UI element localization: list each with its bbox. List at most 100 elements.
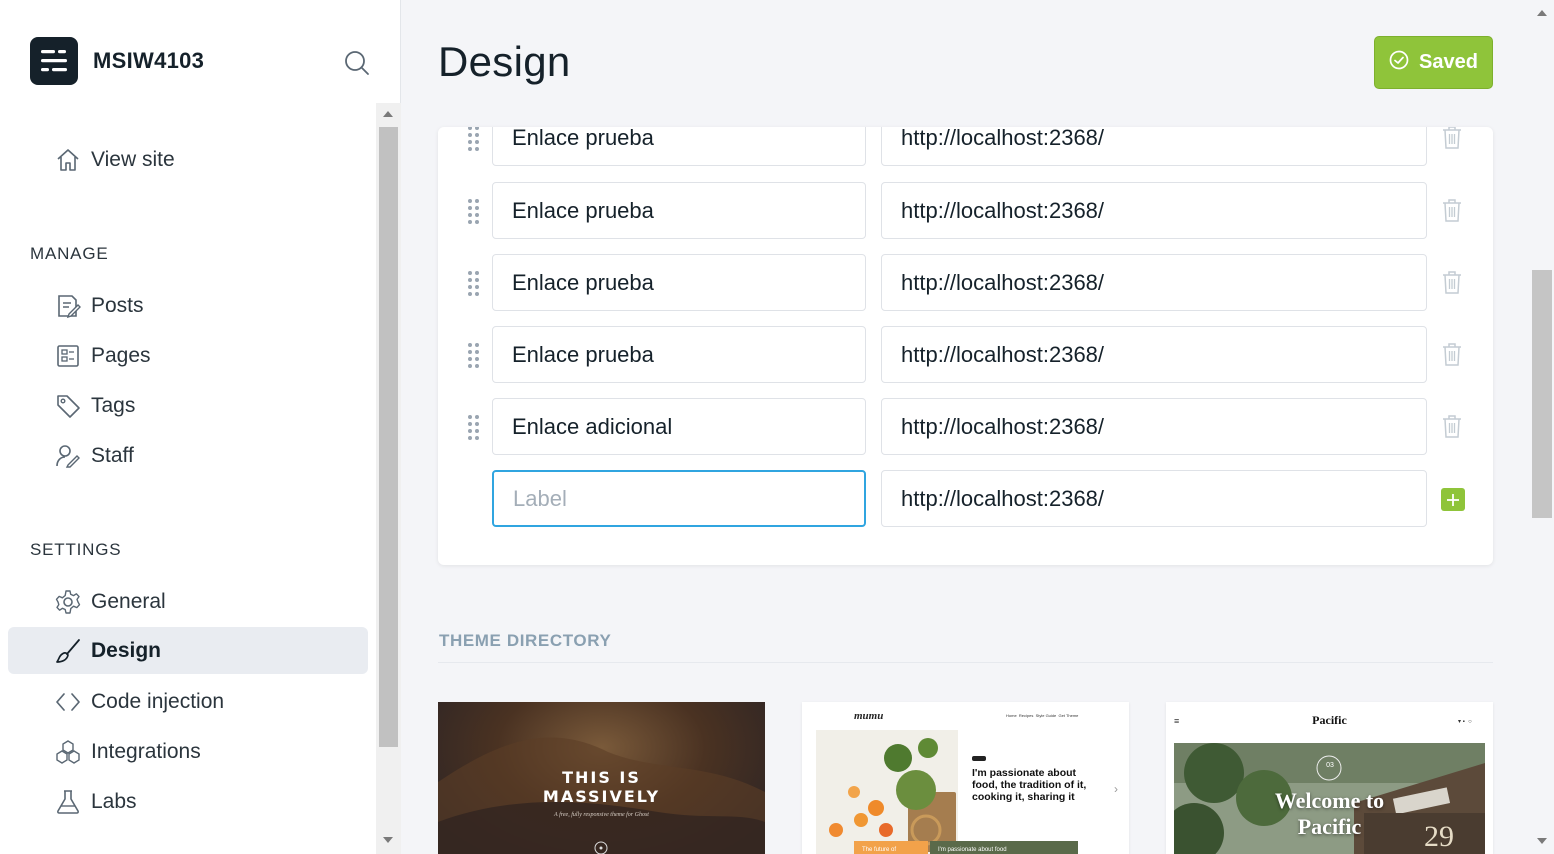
theme-sign-number: 29 [1424, 820, 1454, 853]
navigation-item [438, 182, 1493, 239]
navigation-item [438, 326, 1493, 383]
theme-card-snippet-1: The future of [854, 841, 928, 854]
sidebar-item-label: General [91, 589, 166, 613]
sidebar-item-integrations[interactable]: Integrations [8, 728, 368, 775]
sidebar-item-view-site[interactable]: View site [8, 136, 368, 183]
theme-card-snippet-2: I'm passionate about food [930, 841, 1078, 854]
theme-headline: I'm passionate about food, the tradition… [972, 767, 1087, 803]
settings-heading: SETTINGS [30, 540, 122, 559]
sidebar-nav: View site MANAGE Posts Pages Tags Staff … [0, 103, 376, 854]
page-scrollbar[interactable] [1530, 0, 1554, 854]
navigation-label-input[interactable] [492, 254, 866, 311]
chevron-right-icon: › [1114, 782, 1118, 796]
theme-card-massively[interactable]: THIS IS MASSIVELY A free, fully responsi… [438, 702, 765, 854]
sidebar-item-label: View site [91, 147, 175, 171]
posts-icon [55, 293, 81, 319]
navigation-url-input[interactable] [881, 254, 1427, 311]
code-icon [55, 689, 81, 715]
check-circle-icon [1389, 50, 1409, 76]
navigation-item [438, 254, 1493, 311]
sidebar: MSIW4103 View site MANAGE Posts Pages Ta… [0, 0, 401, 854]
plus-icon [1447, 493, 1459, 506]
navigation-editor [438, 127, 1493, 565]
drag-handle-icon[interactable] [467, 413, 481, 441]
navigation-label-input[interactable] [492, 182, 866, 239]
theme-title-line2: MASSIVELY [542, 787, 661, 806]
theme-badge [972, 756, 986, 761]
sidebar-item-label: Staff [91, 443, 134, 467]
scroll-up-arrow-icon[interactable] [383, 111, 393, 117]
theme-title-line1: THIS IS [562, 768, 641, 787]
sidebar-item-label: Integrations [91, 739, 201, 763]
integrations-icon [55, 739, 81, 765]
navigation-label-input[interactable] [492, 127, 866, 166]
theme-menu: Home Recipes Style Guide Get Theme [1006, 713, 1079, 718]
new-navigation-url-input[interactable] [881, 470, 1427, 527]
navigation-url-input[interactable] [881, 326, 1427, 383]
new-navigation-label-input[interactable] [492, 470, 866, 527]
scroll-down-arrow-icon[interactable] [1537, 838, 1547, 844]
navigation-url-input[interactable] [881, 398, 1427, 455]
trash-icon[interactable] [1441, 127, 1463, 149]
sidebar-scrollbar[interactable] [376, 103, 401, 854]
page-scrollbar-thumb[interactable] [1532, 270, 1552, 518]
sidebar-scrollbar-thumb[interactable] [379, 127, 398, 747]
sidebar-item-code-injection[interactable]: Code injection [8, 678, 368, 725]
manage-heading: MANAGE [30, 244, 109, 263]
search-icon[interactable] [343, 49, 371, 77]
scroll-up-arrow-icon[interactable] [1537, 10, 1547, 16]
page-title: Design [438, 38, 571, 85]
theme-logo: mumu [854, 710, 884, 722]
sidebar-item-design[interactable]: Design [8, 627, 368, 674]
save-button[interactable]: Saved [1374, 36, 1493, 89]
trash-icon[interactable] [1441, 414, 1463, 438]
sidebar-item-label: Pages [91, 343, 151, 367]
divider [438, 662, 1493, 663]
trash-icon[interactable] [1441, 198, 1463, 222]
add-navigation-item-button[interactable] [1441, 488, 1465, 511]
theme-directory-heading: THEME DIRECTORY [439, 631, 612, 650]
sidebar-item-label: Tags [91, 393, 136, 417]
sidebar-item-tags[interactable]: Tags [8, 382, 368, 429]
main-content: Design Saved Enlace prueba http://localh… [402, 0, 1530, 854]
drag-handle-icon[interactable] [467, 269, 481, 297]
sidebar-item-labs[interactable]: Labs [8, 778, 368, 825]
navigation-url-input[interactable] [881, 127, 1427, 166]
staff-icon [55, 443, 81, 469]
social-icons: ▾ ▪ ○ [1458, 719, 1472, 725]
sidebar-item-label: Posts [91, 293, 144, 317]
theme-date: 03 [1326, 762, 1334, 769]
brand[interactable]: MSIW4103 [30, 37, 204, 85]
trash-icon[interactable] [1441, 342, 1463, 366]
theme-card-pacific[interactable]: ≡ Pacific ▾ ▪ ○ 03 Welcome to Pacific 29 [1166, 702, 1493, 854]
drag-handle-icon[interactable] [467, 127, 481, 152]
navigation-item [438, 127, 1493, 166]
sidebar-item-posts[interactable]: Posts [8, 282, 368, 329]
home-icon [55, 147, 81, 173]
drag-handle-icon[interactable] [467, 197, 481, 225]
sidebar-item-staff[interactable]: Staff [8, 432, 368, 479]
theme-hero-line1: Welcome to [1274, 788, 1385, 813]
navigation-new-item [438, 470, 1493, 527]
navigation-label-input[interactable] [492, 326, 866, 383]
trash-icon[interactable] [1441, 270, 1463, 294]
navigation-label-input[interactable] [492, 398, 866, 455]
scroll-down-arrow-icon[interactable] [383, 837, 393, 843]
sidebar-item-label: Code injection [91, 689, 225, 713]
save-button-label: Saved [1419, 51, 1478, 73]
theme-card-mumu[interactable]: mumu Home Recipes Style Guide Get Theme … [802, 702, 1129, 854]
brush-icon [55, 638, 81, 664]
sidebar-item-pages[interactable]: Pages [8, 332, 368, 379]
navigation-item [438, 398, 1493, 455]
gear-icon [55, 589, 81, 615]
theme-name: Pacific [1312, 713, 1347, 727]
flask-icon [55, 789, 81, 815]
sidebar-item-general[interactable]: General [8, 578, 368, 625]
tag-icon [55, 393, 81, 419]
sidebar-item-label: Design [91, 638, 162, 662]
drag-handle-icon[interactable] [467, 341, 481, 369]
pages-icon [55, 343, 81, 369]
theme-preview-image [816, 730, 958, 854]
navigation-url-input[interactable] [881, 182, 1427, 239]
sidebar-item-label: Labs [91, 789, 137, 813]
